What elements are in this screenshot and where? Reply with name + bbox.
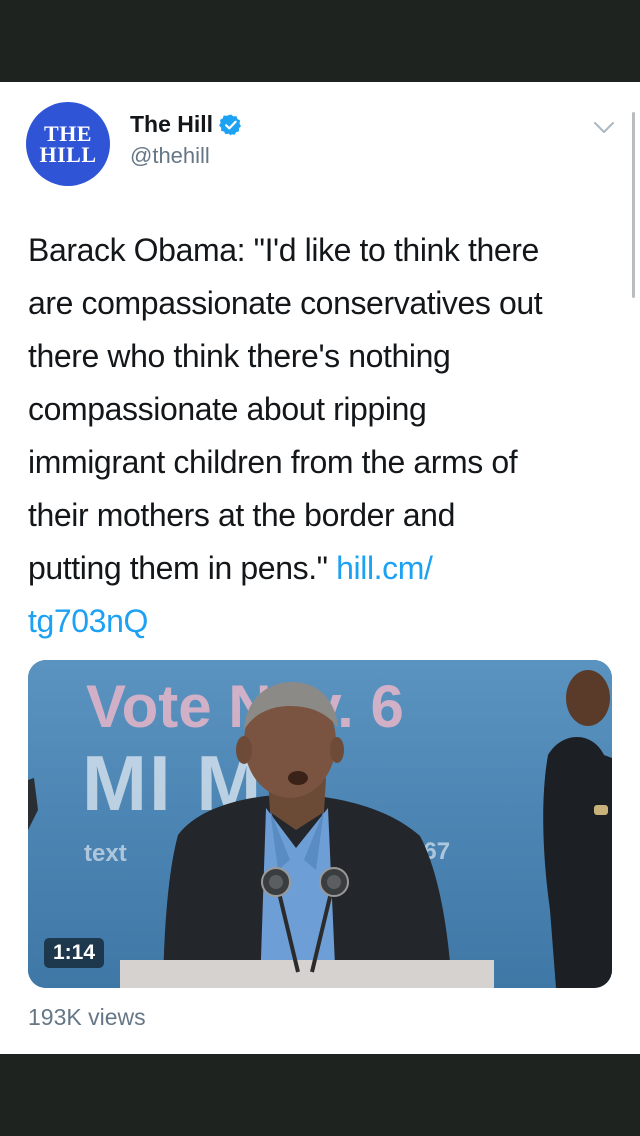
avatar-text-line2: HILL	[39, 142, 97, 167]
verified-badge-icon	[219, 114, 242, 135]
video-duration-badge: 1:14	[44, 938, 105, 968]
tweet-text-line-with-link: putting them in pens." hill.cm/	[28, 542, 614, 595]
display-name[interactable]: The Hill	[130, 111, 243, 138]
tweet-text-line: Barack Obama: "I'd like to think there	[28, 232, 539, 268]
tweet-link-part2[interactable]: tg703nQ	[28, 603, 148, 639]
speaker-figure	[28, 670, 612, 988]
tweet-link-part1[interactable]: hill.cm/	[336, 550, 433, 586]
tweet-text: Barack Obama: "I'd like to think there a…	[28, 224, 614, 648]
tweet-text-line: immigrant children from the arms of	[28, 444, 518, 480]
tweet-text-line: are compassionate conservatives out	[28, 285, 543, 321]
user-handle[interactable]: @thehill	[130, 143, 210, 169]
avatar-text-line1: THE	[44, 121, 92, 146]
video-player[interactable]: Vote Nov. 6 MI MS text 367 1:14	[28, 660, 612, 988]
display-name-text: The Hill	[130, 111, 214, 137]
bottom-bar	[0, 1054, 640, 1136]
tweet-text-line: putting them in pens."	[28, 550, 337, 586]
avatar[interactable]: THE HILL	[26, 102, 110, 186]
tweet-text-line: their mothers at the border and	[28, 497, 455, 533]
tweet-text-line: there who think there's nothing	[28, 338, 451, 374]
chevron-down-icon[interactable]	[592, 119, 616, 137]
tweet-text-line: compassionate about ripping	[28, 391, 427, 427]
view-count: 193K views	[28, 1004, 146, 1030]
status-bar	[0, 0, 640, 82]
scrollbar[interactable]	[632, 112, 635, 298]
